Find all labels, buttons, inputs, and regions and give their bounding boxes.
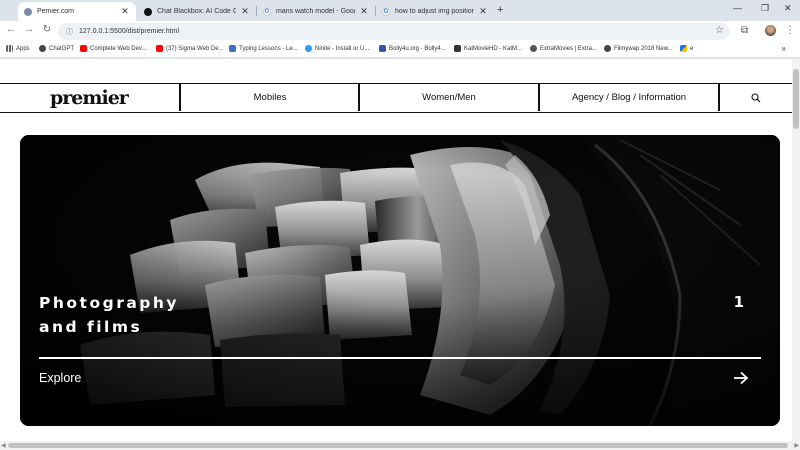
search-icon [750,92,760,102]
bookmark-sigma-web-dev[interactable]: (37) Sigma Web De... [156,45,224,52]
bookmark-complete-web-dev[interactable]: Complete Web Dev... [80,45,146,52]
bookmarks-bar: Apps ChatGPT Complete Web Dev... (37) Si… [0,42,800,58]
filmywap-icon [604,45,611,52]
hero-title: Photography and films [39,291,339,339]
site-navbar: premier Mobiles Women/Men Agency / Blog … [0,83,792,113]
chatgpt-icon [39,45,46,52]
bookmark-extramovies[interactable]: ExtraMovies | Extra... [530,45,597,52]
nav-item-mobiles[interactable]: Mobiles [181,84,359,111]
google-icon: G [382,7,390,16]
nav-item-agency-blog-information[interactable]: Agency / Blog / Information [540,84,718,111]
profile-avatar[interactable] [765,25,776,36]
tab-premier[interactable]: Pemier.com ✕ [18,2,136,21]
katmovie-icon [454,45,461,52]
explore-link[interactable]: Explore [39,371,81,385]
typing-icon [229,45,236,52]
close-tab-icon[interactable]: ✕ [240,6,250,17]
hero-divider [39,357,761,359]
vertical-scrollbar[interactable] [792,59,800,441]
url-text[interactable]: 127.0.0.1:5500/dist/premier.html [79,28,179,35]
youtube-icon [156,45,163,52]
page-viewport: premier Mobiles Women/Men Agency / Blog … [0,59,792,441]
scrollbar-thumb[interactable] [793,69,799,129]
arrow-right-icon [734,371,749,385]
reload-icon[interactable]: ↻ [40,24,54,35]
explore-arrow-button[interactable] [733,371,749,390]
menu-kebab-icon[interactable]: ⋮ [785,25,795,36]
bookmark-ninite[interactable]: Ninite - Install or U... [305,45,369,52]
hero-title-line2: and films [39,318,143,336]
slide-index: 1 [733,293,744,311]
maximize-icon[interactable]: ❐ [761,3,769,14]
extramovies-icon [530,45,537,52]
youtube-icon [80,45,87,52]
tab-blackbox[interactable]: Chat Blackbox: AI Code Generat ✕ [138,2,256,21]
bookmark-drive[interactable]: e [680,45,693,52]
close-tab-icon[interactable]: ✕ [359,6,369,17]
back-icon[interactable]: ← [4,24,18,35]
bookmark-katmoviehd[interactable]: KatMovieHD - KatM... [454,45,522,52]
drive-icon [680,45,687,52]
hero-watch-image [20,135,780,426]
scroll-left-icon[interactable]: ◀ [1,442,6,449]
bookmark-star-icon[interactable]: ☆ [715,25,724,36]
bookmarks-overflow-icon[interactable]: » [782,44,786,53]
bookmark-filmywap[interactable]: Filmywap 2018 New... [604,45,673,52]
tab-google-watch[interactable]: G mans watch model - Google Se ✕ [257,2,375,21]
bookmark-apps[interactable]: Apps [6,45,30,52]
ninite-icon [305,45,312,52]
bookmark-typing-lessons[interactable]: Typing Lessons - Le... [229,45,298,52]
blackbox-icon [144,7,152,16]
site-logo[interactable]: premier [50,87,129,109]
apps-grid-icon [6,45,13,52]
site-info-icon[interactable]: ⓘ [66,27,73,37]
hero-slide[interactable]: Photography and films 1 Explore [20,135,780,426]
browser-toolbar: ← → ↻ ⓘ 127.0.0.1:5500/dist/premier.html… [0,21,800,42]
hero-title-line1: Photography [39,294,180,312]
globe-icon [24,7,32,16]
browser-tabstrip: Pemier.com ✕ Chat Blackbox: AI Code Gene… [0,0,800,21]
minimize-icon[interactable]: — [733,3,742,13]
google-icon: G [263,7,271,16]
bookmark-bolly4u[interactable]: Bolly4u.org - Bolly4... [379,45,446,52]
extensions-icon[interactable]: ⧉ [741,25,748,36]
close-window-icon[interactable]: ✕ [784,3,792,14]
search-button[interactable] [719,84,792,111]
tab-google-img[interactable]: G how to adjust img position in a ✕ [376,2,494,21]
close-tab-icon[interactable]: ✕ [120,6,130,17]
new-tab-button[interactable]: + [497,4,503,16]
close-tab-icon[interactable]: ✕ [478,6,488,17]
address-bar[interactable]: ⓘ 127.0.0.1:5500/dist/premier.html ☆ [58,23,730,40]
scrollbar-thumb[interactable] [8,443,788,448]
bolly-icon [379,45,386,52]
forward-icon[interactable]: → [22,24,36,35]
scroll-right-icon[interactable]: ▶ [794,442,799,449]
horizontal-scrollbar[interactable]: ◀ ▶ [0,441,800,450]
nav-item-women-men[interactable]: Women/Men [360,84,538,111]
bookmark-chatgpt[interactable]: ChatGPT [39,45,74,52]
